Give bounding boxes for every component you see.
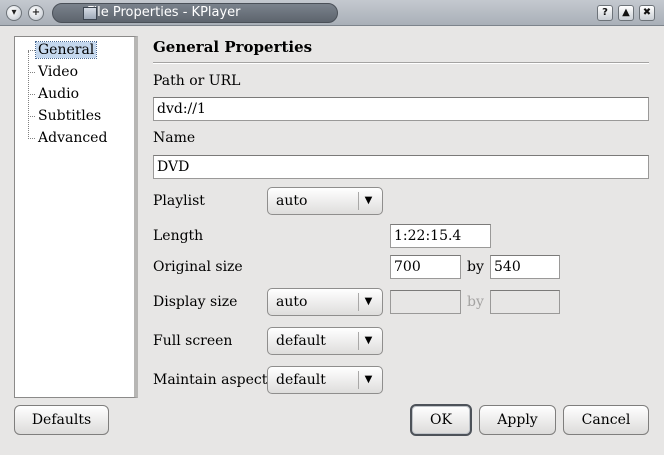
cancel-button[interactable]: Cancel xyxy=(563,405,649,435)
tree-item-label: Advanced xyxy=(38,130,108,146)
playlist-combo[interactable]: auto ▼ xyxy=(267,187,383,215)
tree-item-label: Audio xyxy=(38,86,79,102)
original-height-field[interactable]: 540 xyxy=(490,255,560,279)
display-height-field xyxy=(490,290,560,314)
defaults-button[interactable]: Defaults xyxy=(14,405,109,435)
original-size-label: Original size xyxy=(153,259,243,275)
sticky-icon[interactable]: + xyxy=(28,5,44,21)
tree-item-general[interactable]: General xyxy=(28,40,98,60)
playlist-label: Playlist xyxy=(153,193,205,209)
maximize-icon[interactable]: ▲ xyxy=(618,5,634,21)
tree-item-label: General xyxy=(34,41,98,59)
section-title: General Properties xyxy=(153,38,313,56)
maintain-aspect-label: Maintain aspect xyxy=(153,372,268,388)
tree-item-label: Subtitles xyxy=(38,108,102,124)
chevron-down-icon: ▼ xyxy=(358,192,378,210)
section-divider xyxy=(153,62,649,64)
title-bar: ▾ + File Properties - KPlayer ? ▲ ✖ xyxy=(0,0,664,26)
chevron-down-icon: ▼ xyxy=(358,332,378,350)
window-menu-icon[interactable]: ▾ xyxy=(6,5,22,21)
original-width-field[interactable]: 700 xyxy=(390,255,461,279)
name-input[interactable]: DVD xyxy=(153,155,649,179)
window-title: File Properties - KPlayer xyxy=(52,3,338,23)
close-icon[interactable]: ✖ xyxy=(639,5,655,21)
tree-item-audio[interactable]: Audio xyxy=(28,84,81,104)
ok-button[interactable]: OK xyxy=(410,404,472,436)
playlist-value: auto xyxy=(276,193,308,209)
length-label: Length xyxy=(153,228,204,244)
display-size-combo[interactable]: auto ▼ xyxy=(267,288,383,316)
path-label: Path or URL xyxy=(153,73,241,89)
tree-item-label: Video xyxy=(38,64,79,80)
tree-item-video[interactable]: Video xyxy=(28,62,80,82)
display-size-label: Display size xyxy=(153,294,238,310)
path-input[interactable]: dvd://1 xyxy=(153,97,649,121)
maintain-aspect-value: default xyxy=(276,372,326,388)
chevron-down-icon: ▼ xyxy=(358,371,378,389)
display-size-value: auto xyxy=(276,294,308,310)
display-width-field xyxy=(390,290,461,314)
original-by-label: by xyxy=(467,259,484,275)
full-screen-value: default xyxy=(276,333,326,349)
tree-item-advanced[interactable]: Advanced xyxy=(28,128,109,148)
kplayer-app-icon xyxy=(83,7,97,20)
category-tree[interactable]: General Video Audio Subtitles Advanced xyxy=(14,36,138,398)
apply-button[interactable]: Apply xyxy=(479,405,556,435)
chevron-down-icon: ▼ xyxy=(358,293,378,311)
name-label: Name xyxy=(153,130,196,146)
display-by-label: by xyxy=(467,294,484,310)
help-icon[interactable]: ? xyxy=(597,5,613,21)
full-screen-label: Full screen xyxy=(153,333,233,349)
full-screen-combo[interactable]: default ▼ xyxy=(267,327,383,355)
tree-item-subtitles[interactable]: Subtitles xyxy=(28,106,103,126)
maintain-aspect-combo[interactable]: default ▼ xyxy=(267,366,383,394)
length-field[interactable]: 1:22:15.4 xyxy=(390,224,491,248)
window-title-text: File Properties - KPlayer xyxy=(87,5,241,20)
